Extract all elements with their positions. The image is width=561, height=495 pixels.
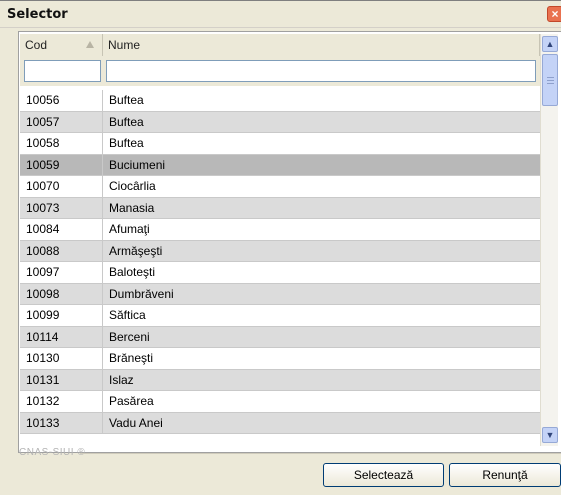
table-row[interactable]: 10057 Buftea [20,111,540,133]
table-row[interactable]: 10088 Armăşeşti [20,240,540,262]
nume-cell: Brăneşti [109,351,154,365]
cod-cell: 10088 [20,240,103,261]
nume-cell: Baloteşti [109,265,156,279]
data-grid: Cod Nume 10056 Buftea 10057 Buftea 10058 Buft… [20,34,540,446]
column-header-cod[interactable]: Cod [20,34,103,56]
grid-rows: 10056 Buftea 10057 Buftea 10058 Buftea 10059 Bu… [20,90,540,434]
table-row[interactable]: 10059 Buciumeni [20,154,540,176]
cod-cell: 10132 [20,391,103,412]
cod-cell: 10057 [20,111,103,132]
chevron-up-icon: ▲ [545,39,555,49]
cod-cell: 10099 [20,305,103,326]
nume-cell: Dumbrăveni [109,286,174,301]
table-row[interactable]: 10073 Manasia [20,197,540,219]
scroll-up-button[interactable]: ▲ [542,36,558,52]
cod-filter-input[interactable] [24,60,101,82]
cod-cell: 10058 [20,133,103,154]
select-button[interactable]: Selectează [323,463,444,487]
nume-cell: Săftica [109,308,146,322]
table-row[interactable]: 10133 Vadu Anei [20,412,540,434]
table-row[interactable]: 10097 Baloteşti [20,262,540,284]
vertical-scrollbar[interactable]: ▲ ▼ [540,34,558,446]
grip-line [547,80,554,81]
cod-cell: 10059 [20,154,103,175]
chevron-down-icon: ▼ [545,430,555,440]
cod-cell: 10097 [20,262,103,283]
nume-filter-input[interactable] [106,60,536,82]
cod-cell: 10133 [20,412,103,433]
scroll-down-button[interactable]: ▼ [542,427,558,443]
table-row[interactable]: 10114 Berceni [20,326,540,348]
nume-cell: Buftea [109,136,144,150]
table-row[interactable]: 10056 Buftea [20,90,540,112]
nume-cell: Afumaţi [109,222,150,236]
nume-cell: Islaz [109,372,134,387]
cod-cell: 10073 [20,197,103,218]
table-row[interactable]: 10058 Buftea [20,133,540,155]
close-button[interactable]: × [547,6,561,22]
dialog-title: Selector [7,7,68,22]
scroll-thumb[interactable] [542,54,558,106]
table-row[interactable]: 10070 Ciocârlia [20,176,540,198]
grid-header: Cod Nume [20,34,540,57]
cod-cell: 10098 [20,283,103,304]
nume-cell: Buftea [109,93,144,107]
nume-cell: Vadu Anei [109,415,163,430]
table-row[interactable]: 10099 Săftica [20,305,540,327]
table-row[interactable]: 10084 Afumaţi [20,219,540,241]
nume-cell: Ciocârlia [109,179,156,193]
nume-cell: Berceni [109,329,150,344]
grip-line [547,83,554,84]
table-row[interactable]: 10132 Pasărea [20,391,540,413]
cod-cell: 10114 [20,326,103,347]
sort-ascending-icon [86,41,94,48]
nume-cell: Pasărea [109,394,154,408]
footer-divider [80,453,561,454]
cod-cell: 10131 [20,369,103,390]
table-row[interactable]: 10131 Islaz [20,369,540,391]
column-header-label: Cod [25,38,48,52]
grip-line [547,77,554,78]
watermark-label: CNAS-SIUI ® [19,447,86,458]
filter-row [20,56,540,86]
cod-cell: 10084 [20,219,103,240]
nume-cell: Buftea [109,114,144,129]
column-header-nume[interactable]: Nume [103,34,540,56]
table-row[interactable]: 10130 Brăneşti [20,348,540,370]
cod-cell: 10070 [20,176,103,197]
table-row[interactable]: 10098 Dumbrăveni [20,283,540,305]
cod-cell: 10056 [20,90,103,111]
title-bar: Selector × [0,1,561,28]
cod-cell: 10130 [20,348,103,369]
nume-cell: Armăşeşti [109,243,163,258]
close-icon: × [551,7,559,21]
cancel-button[interactable]: Renunţă [449,463,561,487]
nume-cell: Buciumeni [109,157,166,172]
column-header-label: Nume [108,38,141,52]
selector-dialog: Selector × Cod Nume 10056 Buftea 10057 Buft… [0,0,561,495]
nume-cell: Manasia [109,200,155,215]
